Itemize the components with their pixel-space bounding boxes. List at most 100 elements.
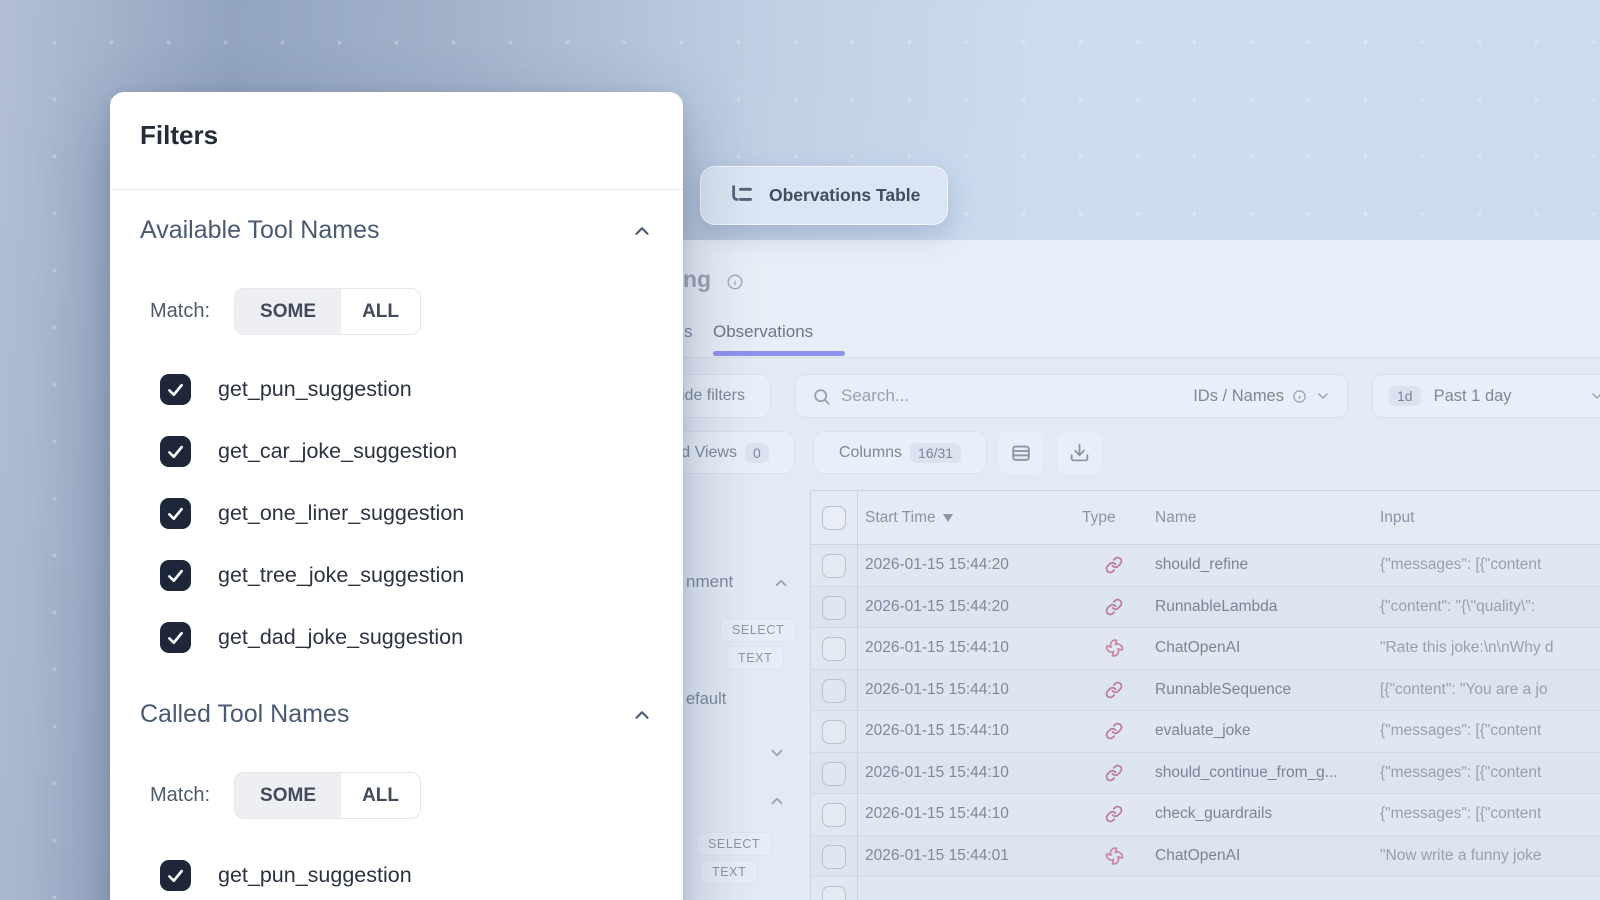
match-all-option[interactable]: ALL [341, 289, 420, 334]
tab-traces-partial[interactable]: s [684, 322, 693, 342]
search-scope-dropdown[interactable]: IDs / Names [1193, 387, 1331, 406]
checked-checkbox[interactable] [160, 436, 191, 467]
name-cell[interactable]: evaluate_joke [1155, 722, 1251, 740]
tool-name-label: get_one_liner_suggestion [218, 501, 464, 526]
table-row[interactable]: 2026-01-15 15:44:10 should_continue_from… [810, 753, 1600, 795]
screen: ng s Observations ide filters Search... … [0, 0, 1600, 900]
row-checkbox[interactable] [822, 637, 846, 661]
time-range-dropdown[interactable]: 1d Past 1 day [1372, 374, 1600, 418]
tool-name-label: get_tree_joke_suggestion [218, 563, 464, 588]
input-cell: "Now write a funny joke [1380, 847, 1541, 865]
match-some-option[interactable]: SOME [235, 773, 341, 818]
search-bar[interactable]: Search... IDs / Names [795, 374, 1348, 418]
column-header-input[interactable]: Input [1380, 509, 1414, 527]
row-checkbox[interactable] [822, 762, 846, 786]
start-time-cell: 2026-01-15 15:44:20 [865, 598, 1009, 616]
observation-type-icon [1105, 556, 1123, 574]
saved-views-count-badge: 0 [745, 443, 769, 463]
tool-filter-item[interactable]: get_dad_joke_suggestion [160, 606, 660, 668]
export-button[interactable] [1057, 431, 1101, 474]
row-checkbox[interactable] [822, 886, 846, 900]
row-checkbox[interactable] [822, 554, 846, 578]
input-cell: [{"content": "You are a jo [1380, 681, 1548, 699]
panel-title: Filters [140, 120, 218, 151]
input-cell: {"messages": [{"content [1380, 722, 1541, 740]
column-header-start-time[interactable]: Start Time [865, 509, 953, 527]
table-header-row: Start Time Type Name Input [810, 490, 1600, 545]
name-cell[interactable]: check_guardrails [1155, 805, 1272, 823]
select-all-checkbox[interactable] [822, 506, 846, 530]
time-range-label: Past 1 day [1434, 387, 1576, 406]
table-row[interactable] [810, 877, 1600, 900]
tool-filter-item[interactable]: get_tree_joke_suggestion [160, 544, 660, 606]
time-range-badge: 1d [1389, 386, 1421, 406]
tool-name-label: get_car_joke_suggestion [218, 439, 457, 464]
tool-filter-item[interactable]: get_car_joke_suggestion [160, 420, 660, 482]
row-checkbox[interactable] [822, 679, 846, 703]
section-available-tool-names[interactable]: Available Tool Names [140, 216, 653, 245]
match-some-option[interactable]: SOME [235, 289, 341, 334]
list-tree-icon [728, 182, 755, 209]
page-title: ng [683, 266, 711, 293]
checked-checkbox[interactable] [160, 860, 191, 891]
chevron-down-icon [1589, 388, 1600, 404]
observation-type-icon [1105, 805, 1123, 823]
tool-filter-item[interactable]: get_one_liner_suggestion [160, 482, 660, 544]
checked-checkbox[interactable] [160, 374, 191, 405]
match-all-option[interactable]: ALL [341, 773, 420, 818]
start-time-cell: 2026-01-15 15:44:20 [865, 556, 1009, 574]
table-left-border [810, 490, 811, 900]
match-row: Match: SOME ALL [150, 772, 421, 819]
info-icon [1292, 389, 1307, 404]
column-header-type[interactable]: Type [1082, 509, 1116, 527]
name-cell[interactable]: should_continue_from_g... [1155, 764, 1338, 782]
tool-filter-item[interactable]: get_pun_suggestion [160, 844, 660, 900]
checked-checkbox[interactable] [160, 622, 191, 653]
search-icon [812, 387, 831, 406]
row-checkbox[interactable] [822, 596, 846, 620]
row-checkbox[interactable] [822, 720, 846, 744]
match-label: Match: [150, 300, 210, 323]
name-cell[interactable]: ChatOpenAI [1155, 847, 1240, 865]
row-height-button[interactable] [999, 431, 1043, 474]
info-icon[interactable] [726, 273, 744, 291]
observation-type-icon [1105, 846, 1124, 865]
tool-filter-item[interactable]: get_pun_suggestion [160, 358, 660, 420]
observation-type-icon [1105, 681, 1123, 699]
sort-desc-icon [943, 514, 953, 522]
table-body: 2026-01-15 15:44:20 should_refine {"mess… [600, 545, 1600, 900]
observation-type-icon [1105, 722, 1123, 740]
download-icon [1069, 442, 1090, 463]
chevron-up-icon[interactable] [631, 704, 653, 726]
checked-checkbox[interactable] [160, 560, 191, 591]
row-checkbox[interactable] [822, 845, 846, 869]
observations-page: ng s Observations ide filters Search... … [600, 240, 1600, 900]
column-header-name[interactable]: Name [1155, 509, 1196, 527]
rows-icon [1010, 442, 1032, 464]
start-time-cell: 2026-01-15 15:44:10 [865, 805, 1009, 823]
filters-panel: Filters Available Tool Names Match: SOME… [110, 92, 683, 900]
section-called-tool-names[interactable]: Called Tool Names [140, 700, 653, 729]
row-checkbox[interactable] [822, 803, 846, 827]
table-row[interactable]: 2026-01-15 15:44:10 evaluate_joke {"mess… [810, 711, 1600, 753]
match-toggle: SOME ALL [234, 772, 421, 819]
name-cell[interactable]: RunnableSequence [1155, 681, 1291, 699]
table-row[interactable]: 2026-01-15 15:44:20 RunnableLambda {"con… [810, 587, 1600, 629]
table-row[interactable]: 2026-01-15 15:44:10 RunnableSequence [{"… [810, 670, 1600, 712]
pill-label: Obervations Table [769, 185, 920, 206]
observations-table-pill[interactable]: Obervations Table [700, 166, 948, 225]
section-heading: Called Tool Names [140, 700, 349, 729]
search-input[interactable]: Search... [841, 386, 1183, 406]
chevron-up-icon[interactable] [631, 220, 653, 242]
table-row[interactable]: 2026-01-15 15:44:20 should_refine {"mess… [810, 545, 1600, 587]
table-row[interactable]: 2026-01-15 15:44:10 check_guardrails {"m… [810, 794, 1600, 836]
checked-checkbox[interactable] [160, 498, 191, 529]
table-row[interactable]: 2026-01-15 15:44:01 ChatOpenAI "Now writ… [810, 836, 1600, 878]
columns-button[interactable]: Columns 16/31 [813, 431, 987, 474]
name-cell[interactable]: should_refine [1155, 556, 1248, 574]
tab-observations[interactable]: Observations [713, 322, 813, 342]
name-cell[interactable]: ChatOpenAI [1155, 639, 1240, 657]
table-row[interactable]: 2026-01-15 15:44:10 ChatOpenAI "Rate thi… [810, 628, 1600, 670]
name-cell[interactable]: RunnableLambda [1155, 598, 1277, 616]
match-toggle: SOME ALL [234, 288, 421, 335]
